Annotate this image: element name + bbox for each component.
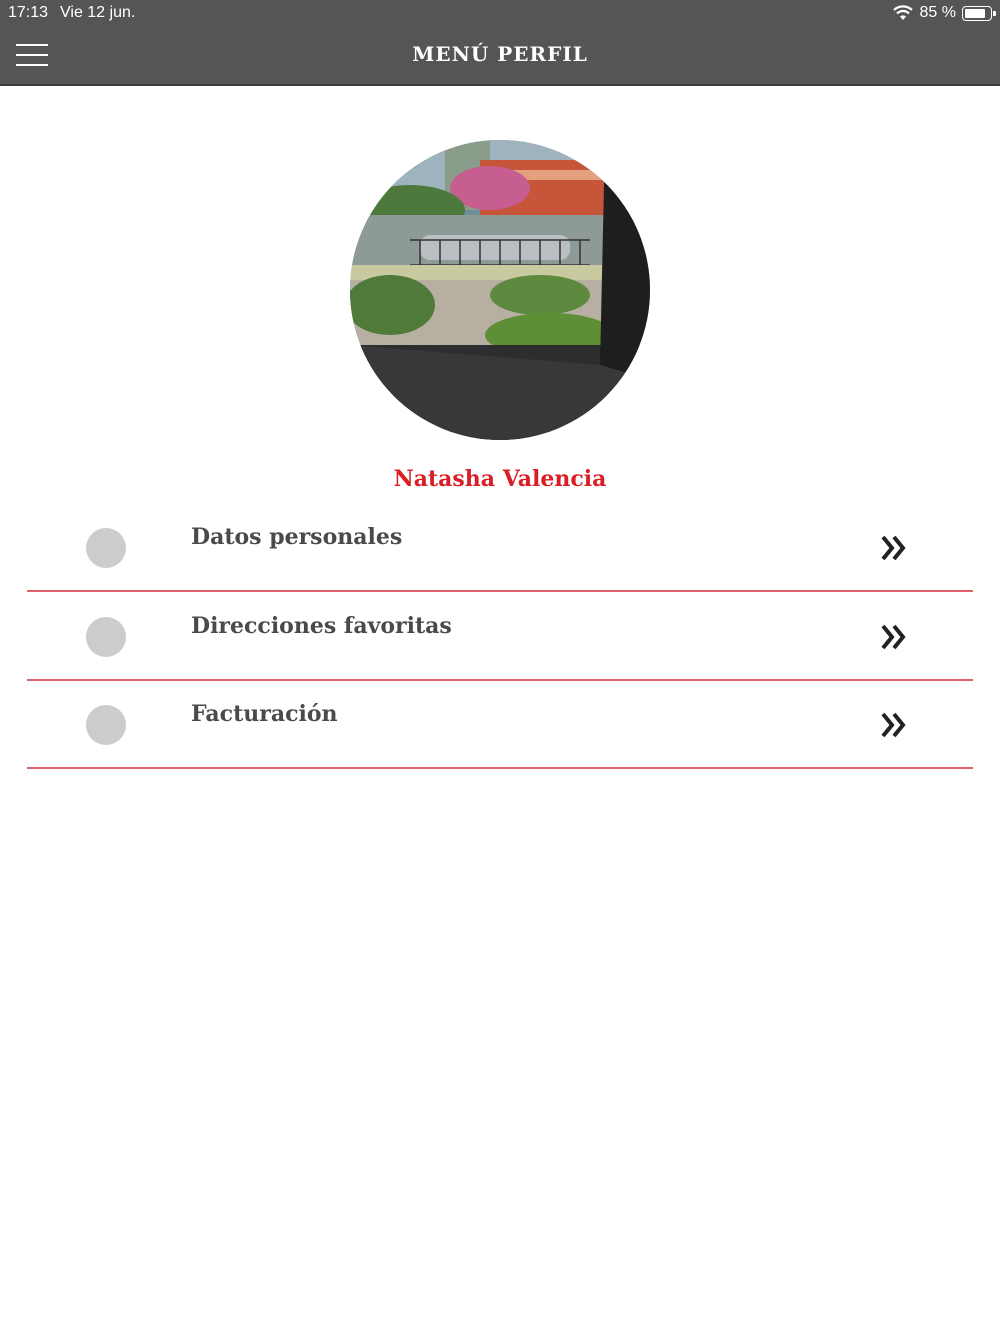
item-bullet-icon xyxy=(86,528,126,568)
battery-percent: 85 % xyxy=(919,4,956,21)
wifi-icon xyxy=(892,5,913,20)
menu-item-label: Facturación xyxy=(191,701,338,727)
item-bullet-icon xyxy=(86,617,126,657)
chevron-double-right-icon xyxy=(881,712,906,738)
menu-item-datos-personales[interactable]: Datos personales xyxy=(27,504,973,592)
status-indicators: 85 % xyxy=(892,3,996,23)
chevron-double-right-icon xyxy=(881,624,906,650)
user-name: Natasha Valencia xyxy=(393,466,607,492)
menu-item-facturacion[interactable]: Facturación xyxy=(27,681,973,769)
page-title: MENÚ PERFIL xyxy=(412,42,588,66)
item-bullet-icon xyxy=(86,705,126,745)
battery-level xyxy=(965,8,986,18)
app-header: 17:13 Vie 12 jun. 85 % MENÚ PERFIL xyxy=(0,0,1000,86)
menu-item-direcciones-favoritas[interactable]: Direcciones favoritas xyxy=(27,593,973,681)
profile-photo[interactable] xyxy=(350,140,650,440)
status-date: Vie 12 jun. xyxy=(60,4,136,21)
menu-item-label: Datos personales xyxy=(191,524,403,550)
menu-item-label: Direcciones favoritas xyxy=(191,613,452,639)
battery-icon xyxy=(962,5,996,21)
chevron-double-right-icon xyxy=(881,535,906,561)
status-time: 17:13 xyxy=(8,4,49,21)
